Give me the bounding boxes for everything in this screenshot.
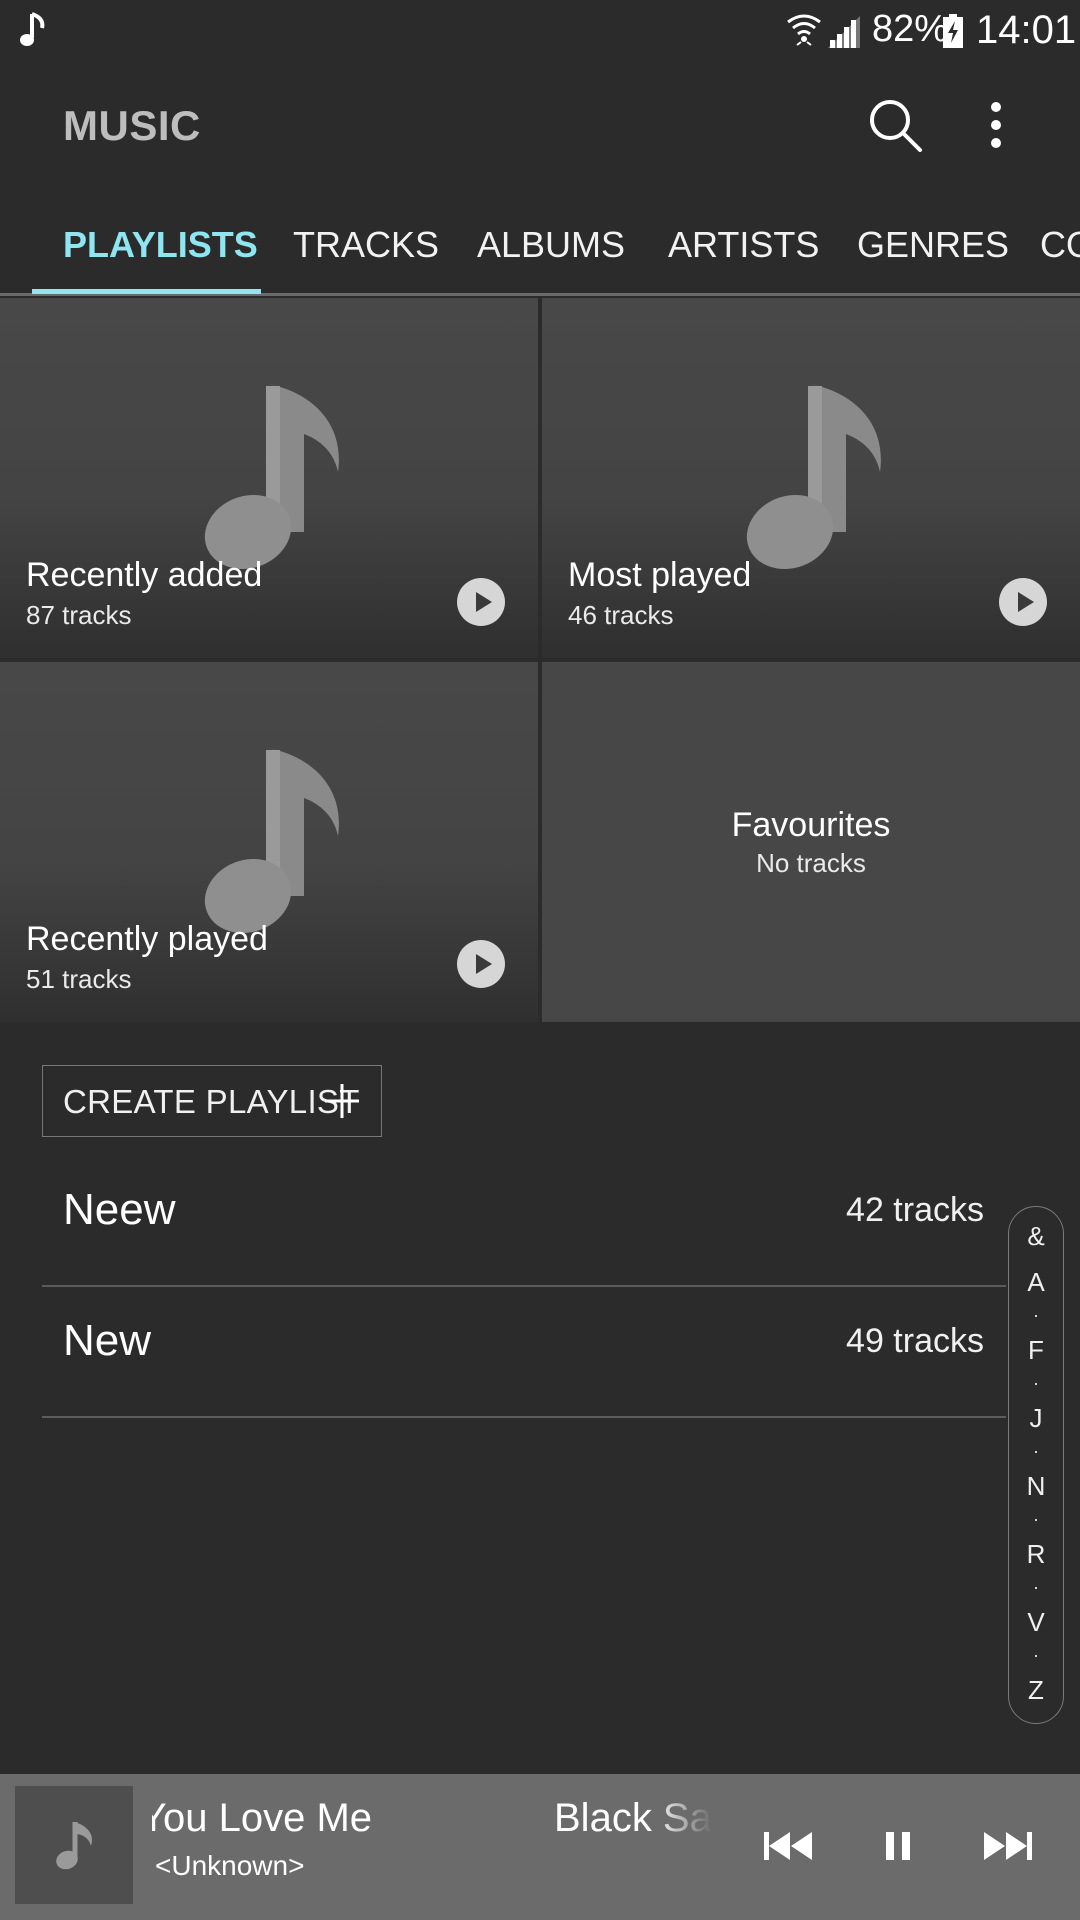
previous-icon[interactable] <box>758 1816 818 1876</box>
alphabet-index-scroller[interactable]: & A · F · J · N · R · V · Z <box>1008 1206 1064 1724</box>
music-note-icon <box>204 748 339 934</box>
play-icon <box>476 592 492 612</box>
create-playlist-button[interactable]: CREATE PLAYLIST <box>42 1065 382 1137</box>
index-dot: · <box>1033 1645 1039 1665</box>
music-note-icon <box>746 384 881 570</box>
index-letter[interactable]: A <box>1009 1267 1063 1298</box>
battery-percent: 82% <box>872 8 949 50</box>
app-title: MUSIC <box>63 102 201 149</box>
signal-icon <box>828 16 860 48</box>
tab-genres[interactable]: GENRES <box>857 224 1009 266</box>
index-dot: · <box>1033 1509 1039 1529</box>
tab-indicator <box>32 289 261 294</box>
index-letter[interactable]: Z <box>1009 1675 1063 1706</box>
play-button[interactable] <box>457 940 505 988</box>
tab-artists[interactable]: ARTISTS <box>668 224 819 266</box>
music-note-icon <box>20 12 45 46</box>
playlist-track-count: 42 tracks <box>846 1191 984 1229</box>
search-icon[interactable] <box>866 96 924 154</box>
tab-composers[interactable]: CO <box>1040 224 1080 266</box>
music-note-icon <box>56 1822 93 1870</box>
index-letter[interactable]: N <box>1009 1471 1063 1502</box>
wifi-icon <box>787 14 821 46</box>
play-button[interactable] <box>457 578 505 626</box>
music-note-icon <box>204 384 339 570</box>
index-letter[interactable]: F <box>1009 1335 1063 1366</box>
playlist-tile-most-played[interactable]: Most played 46 tracks <box>542 298 1080 658</box>
index-letter[interactable]: V <box>1009 1607 1063 1638</box>
status-bar: 82% 14:01 <box>0 0 1080 64</box>
album-art[interactable] <box>15 1786 133 1904</box>
next-icon[interactable] <box>978 1816 1038 1876</box>
playlist-tile-recently-played[interactable]: Recently played 51 tracks <box>0 662 538 1022</box>
plus-icon <box>325 1084 359 1118</box>
more-vert-icon[interactable] <box>978 96 1014 154</box>
track-artist: <Unknown> <box>155 1850 305 1881</box>
playlist-tile-name: Recently played <box>26 920 268 958</box>
playlist-name: New <box>63 1316 152 1365</box>
track-title: You Love Me <box>152 1796 373 1840</box>
pause-icon[interactable] <box>868 1816 928 1876</box>
index-dot: · <box>1033 1577 1039 1597</box>
battery-charging-icon <box>943 14 963 48</box>
playlist-row[interactable]: New 49 tracks <box>42 1288 1006 1418</box>
playlist-tile-name: Most played <box>568 556 752 594</box>
playlist-name: Neew <box>63 1185 176 1234</box>
play-icon <box>476 954 492 974</box>
playlist-tile-count: 46 tracks <box>568 600 674 630</box>
playlist-tile-count: No tracks <box>756 848 866 878</box>
playlist-row[interactable]: Neew 42 tracks <box>42 1157 1006 1287</box>
tab-playlists[interactable]: PLAYLISTS <box>63 224 258 266</box>
index-letter[interactable]: & <box>1009 1221 1063 1252</box>
playlist-tile-recently-added[interactable]: Recently added 87 tracks <box>0 298 538 658</box>
index-dot: · <box>1033 1305 1039 1325</box>
mini-player[interactable]: You Love Me Black Sai <Unknown> <box>0 1774 1080 1920</box>
play-icon <box>1018 592 1034 612</box>
play-button[interactable] <box>999 578 1047 626</box>
tab-albums[interactable]: ALBUMS <box>477 224 625 266</box>
index-letter[interactable]: R <box>1009 1539 1063 1570</box>
index-dot: · <box>1033 1441 1039 1461</box>
marquee-fade <box>652 1796 712 1856</box>
playlist-track-count: 49 tracks <box>846 1322 984 1360</box>
create-playlist-label: CREATE PLAYLIST <box>63 1083 360 1120</box>
index-dot: · <box>1033 1373 1039 1393</box>
index-letter[interactable]: J <box>1009 1403 1063 1434</box>
playlist-tile-count: 87 tracks <box>26 600 132 630</box>
tab-tracks[interactable]: TRACKS <box>293 224 439 266</box>
clock: 14:01 <box>976 8 1077 52</box>
playlist-tile-name: Recently added <box>26 556 263 594</box>
playlist-tile-favourites[interactable]: Favourites No tracks <box>542 662 1080 1022</box>
playlist-tile-count: 51 tracks <box>26 964 132 994</box>
tab-bar: PLAYLISTS TRACKS ALBUMS ARTISTS GENRES C… <box>0 210 1080 296</box>
track-title-marquee: You Love Me Black Sai <box>152 1796 712 1856</box>
playlist-tile-name: Favourites <box>731 806 891 844</box>
